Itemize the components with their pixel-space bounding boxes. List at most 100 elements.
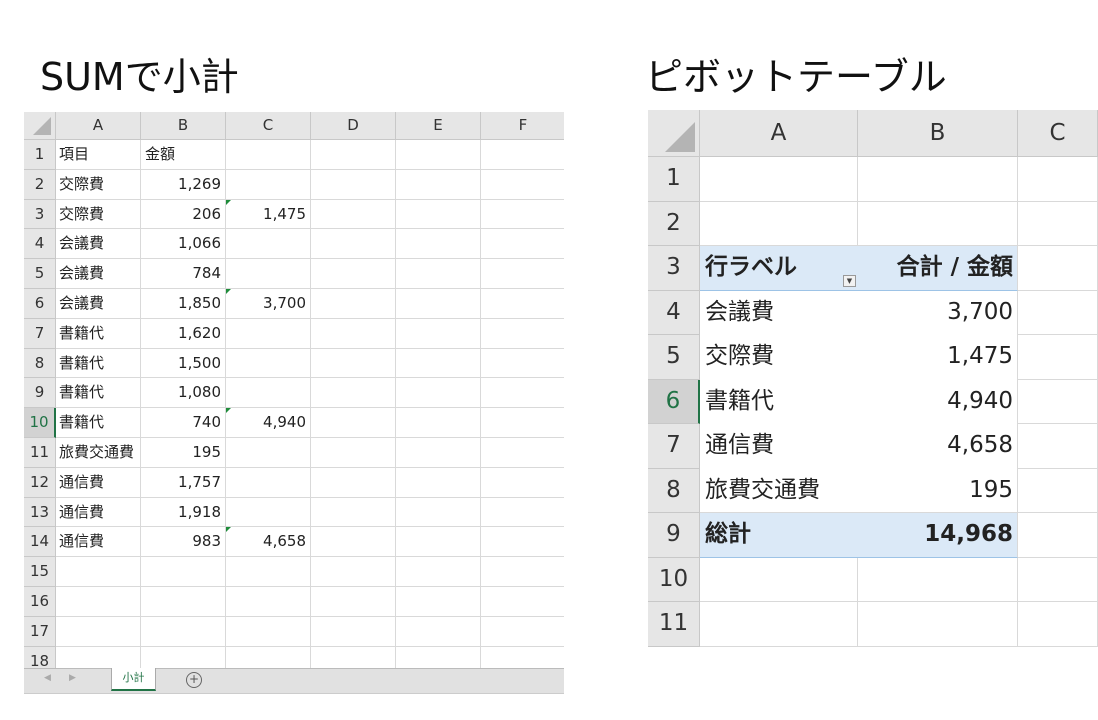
sheet-tab[interactable]: 小計 bbox=[111, 668, 156, 691]
cell-F11[interactable] bbox=[481, 438, 564, 468]
row-header-18[interactable]: 18 bbox=[24, 646, 56, 668]
cell-A6[interactable]: 会議費 bbox=[56, 289, 141, 319]
cell-D9[interactable] bbox=[311, 378, 396, 409]
cell-A14[interactable]: 通信費 bbox=[56, 527, 141, 558]
cell-F4[interactable] bbox=[481, 229, 564, 260]
cell-F8[interactable] bbox=[481, 349, 564, 379]
next-sheet-icon[interactable]: ▶ bbox=[69, 673, 76, 683]
cell-A11[interactable]: 旅費交通費 bbox=[56, 438, 141, 468]
row-header-6[interactable]: 6 bbox=[648, 379, 700, 424]
row-header-14[interactable]: 14 bbox=[24, 527, 56, 558]
cell-D10[interactable] bbox=[311, 408, 396, 438]
row-header-13[interactable]: 13 bbox=[24, 497, 56, 528]
row-header-1[interactable]: 1 bbox=[24, 140, 56, 170]
cell-A3[interactable]: 交際費 bbox=[56, 199, 141, 230]
cell-E7[interactable] bbox=[396, 318, 481, 349]
cell-D17[interactable] bbox=[311, 616, 396, 647]
cell-A10[interactable] bbox=[700, 557, 858, 602]
cell-C6[interactable] bbox=[1018, 379, 1098, 424]
cell-A4[interactable]: 会議費 bbox=[700, 291, 858, 336]
row-header-6[interactable]: 6 bbox=[24, 289, 56, 319]
cell-C9[interactable] bbox=[226, 378, 311, 409]
cell-A8[interactable]: 書籍代 bbox=[56, 348, 141, 379]
cell-C11[interactable] bbox=[226, 438, 311, 468]
row-header-3[interactable]: 3 bbox=[648, 246, 700, 291]
cell-A9[interactable]: 書籍代 bbox=[56, 378, 141, 409]
row-header-5[interactable]: 5 bbox=[648, 335, 700, 380]
cell-B17[interactable] bbox=[141, 616, 226, 647]
cell-B5[interactable]: 784 bbox=[141, 259, 226, 289]
cell-C4[interactable] bbox=[1018, 290, 1098, 335]
cell-E11[interactable] bbox=[396, 438, 481, 468]
column-header-F[interactable]: F bbox=[481, 112, 564, 140]
cell-E4[interactable] bbox=[396, 229, 481, 260]
cell-A18[interactable] bbox=[56, 646, 141, 668]
cell-E5[interactable] bbox=[396, 259, 481, 289]
row-header-7[interactable]: 7 bbox=[648, 424, 700, 469]
row-header-11[interactable]: 11 bbox=[648, 602, 700, 647]
cell-A5[interactable]: 会議費 bbox=[56, 259, 141, 289]
cell-B7[interactable]: 4,658 bbox=[858, 424, 1018, 469]
cell-C3[interactable] bbox=[1018, 246, 1098, 291]
cell-D7[interactable] bbox=[311, 318, 396, 349]
cell-B11[interactable]: 195 bbox=[141, 438, 226, 468]
row-header-10[interactable]: 10 bbox=[648, 557, 700, 602]
cell-C1[interactable] bbox=[226, 140, 311, 170]
cell-A7[interactable]: 書籍代 bbox=[56, 318, 141, 349]
cell-C5[interactable] bbox=[1018, 335, 1098, 380]
cell-B5[interactable]: 1,475 bbox=[858, 335, 1018, 380]
cell-D6[interactable] bbox=[311, 289, 396, 319]
cell-F5[interactable] bbox=[481, 259, 564, 289]
cell-C7[interactable] bbox=[1018, 424, 1098, 469]
column-header-A[interactable]: A bbox=[56, 112, 141, 140]
cell-D14[interactable] bbox=[311, 527, 396, 558]
cell-A6[interactable]: 書籍代 bbox=[700, 380, 858, 425]
cell-A2[interactable] bbox=[700, 201, 858, 246]
cell-F6[interactable] bbox=[481, 289, 564, 319]
cell-A8[interactable]: 旅費交通費 bbox=[700, 469, 858, 513]
cell-C18[interactable] bbox=[226, 646, 311, 668]
column-header-B[interactable]: B bbox=[858, 110, 1018, 157]
cell-C12[interactable] bbox=[226, 467, 311, 498]
cell-F9[interactable] bbox=[481, 378, 564, 409]
cell-A16[interactable] bbox=[56, 587, 141, 617]
row-header-8[interactable]: 8 bbox=[24, 348, 56, 379]
cell-A12[interactable]: 通信費 bbox=[56, 467, 141, 498]
cell-D15[interactable] bbox=[311, 557, 396, 587]
cell-F10[interactable] bbox=[481, 408, 564, 438]
cell-F17[interactable] bbox=[481, 617, 564, 647]
row-header-8[interactable]: 8 bbox=[648, 468, 700, 513]
row-header-4[interactable]: 4 bbox=[24, 229, 56, 260]
cell-C8[interactable] bbox=[226, 348, 311, 379]
cell-B18[interactable] bbox=[141, 646, 226, 668]
cell-C8[interactable] bbox=[1018, 468, 1098, 513]
cell-A17[interactable] bbox=[56, 616, 141, 647]
cell-B14[interactable]: 983 bbox=[141, 527, 226, 558]
cell-B8[interactable]: 195 bbox=[858, 468, 1018, 513]
pivot-grand-total-value[interactable]: 14,968 bbox=[858, 513, 1018, 558]
cell-F3[interactable] bbox=[481, 200, 564, 230]
dropdown-filter-icon[interactable]: ▼ bbox=[843, 274, 856, 287]
select-all-corner[interactable] bbox=[648, 110, 700, 157]
cell-B15[interactable] bbox=[141, 557, 226, 587]
cell-B6[interactable]: 4,940 bbox=[858, 379, 1018, 424]
cell-B6[interactable]: 1,850 bbox=[141, 289, 226, 319]
cell-B1[interactable] bbox=[858, 157, 1018, 202]
cell-F2[interactable] bbox=[481, 170, 564, 200]
pivot-row-label-header[interactable]: 行ラベル ▼ bbox=[700, 246, 858, 291]
cell-D1[interactable] bbox=[311, 140, 396, 170]
cell-B9[interactable]: 1,080 bbox=[141, 378, 226, 409]
column-header-E[interactable]: E bbox=[396, 112, 481, 140]
row-header-5[interactable]: 5 bbox=[24, 259, 56, 289]
cell-A5[interactable]: 交際費 bbox=[700, 335, 858, 380]
cell-E9[interactable] bbox=[396, 378, 481, 409]
cell-C4[interactable] bbox=[226, 229, 311, 260]
cell-F1[interactable] bbox=[481, 140, 564, 170]
cell-C2[interactable] bbox=[1018, 201, 1098, 246]
cell-E1[interactable] bbox=[396, 140, 481, 170]
row-header-15[interactable]: 15 bbox=[24, 557, 56, 587]
row-header-9[interactable]: 9 bbox=[648, 513, 700, 558]
cell-C10[interactable]: 4,940 bbox=[226, 408, 311, 438]
row-header-9[interactable]: 9 bbox=[24, 378, 56, 409]
pivot-grand-total-label[interactable]: 総計 bbox=[700, 513, 858, 558]
